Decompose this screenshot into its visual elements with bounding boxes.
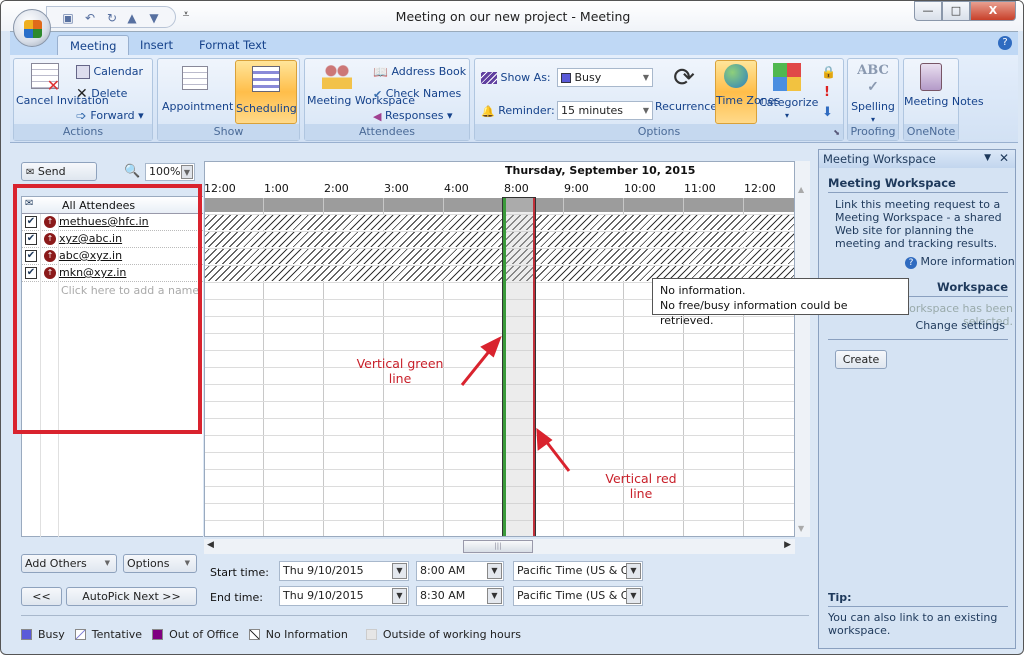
free-busy-tooltip: No information. No free/busy information… <box>652 278 909 327</box>
annotation-arrows <box>460 335 571 472</box>
meeting-window: Meeting on our new project - Meeting ▣ ↶… <box>0 0 1024 655</box>
arrow-head <box>480 335 502 358</box>
